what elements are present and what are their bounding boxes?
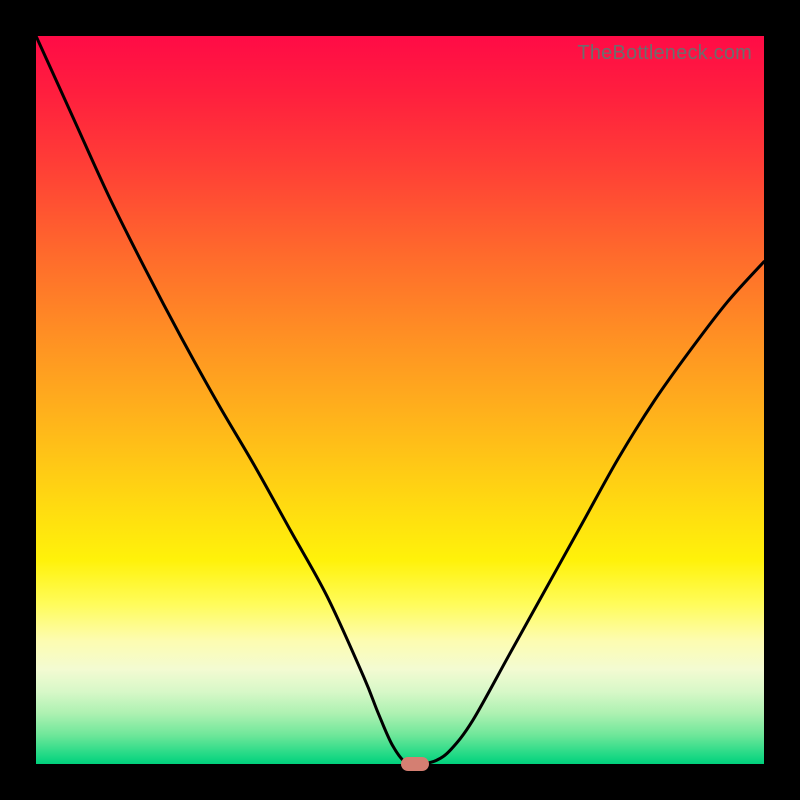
bottleneck-curve [36,36,764,764]
plot-area: TheBottleneck.com [36,36,764,764]
chart-frame: TheBottleneck.com [0,0,800,800]
optimal-marker [401,757,429,771]
